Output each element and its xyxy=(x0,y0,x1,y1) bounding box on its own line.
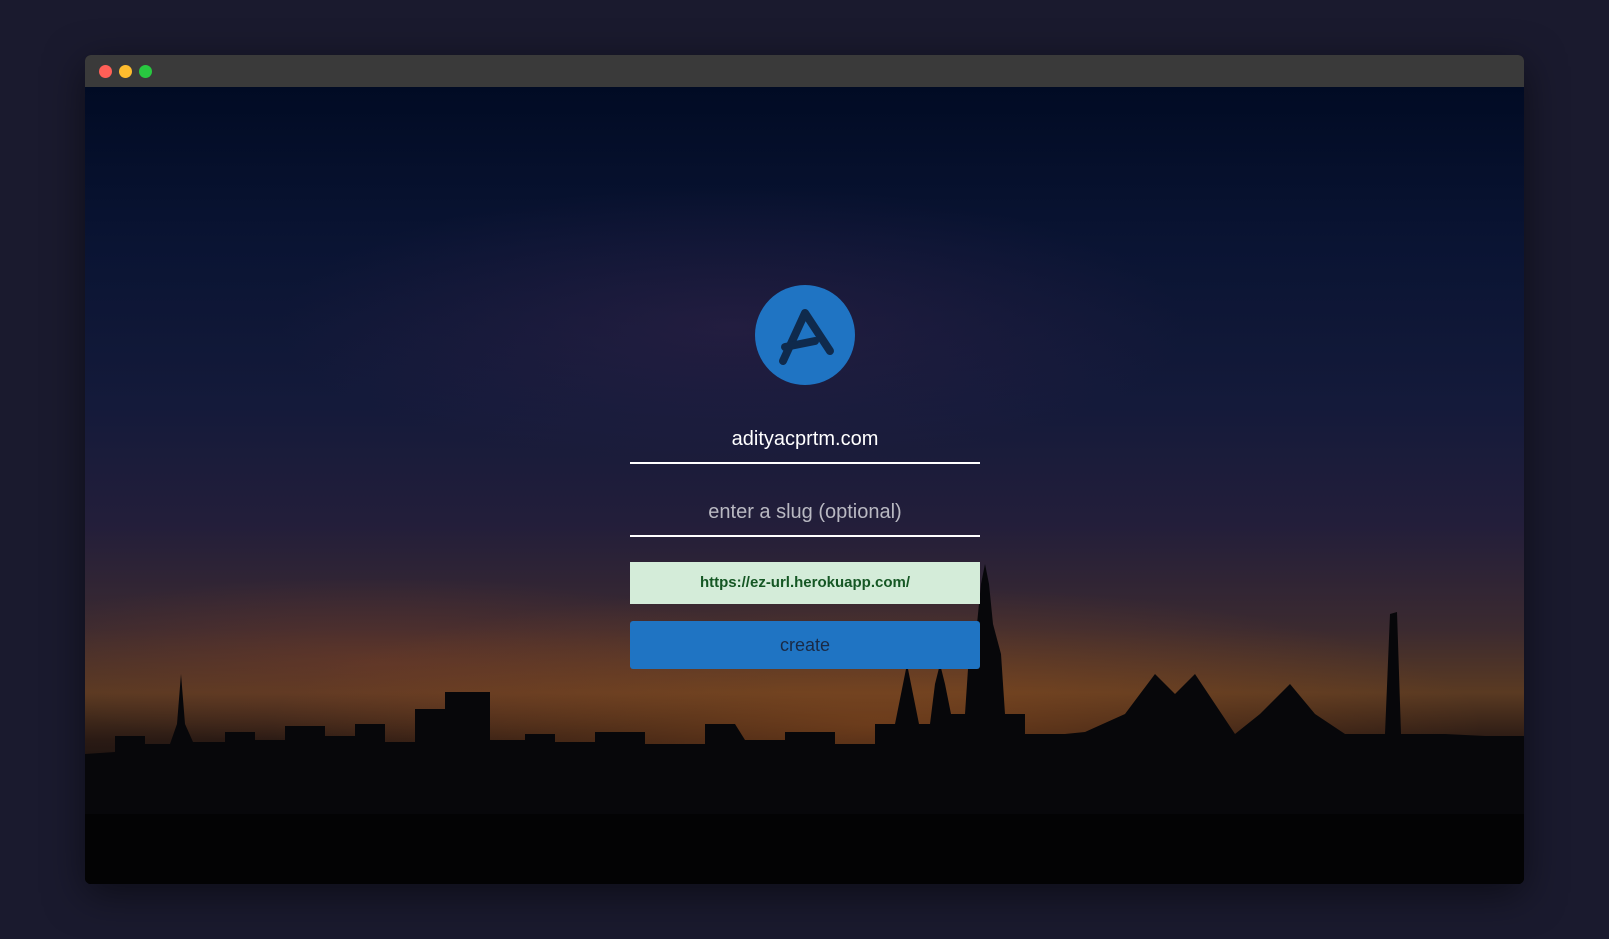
slug-input[interactable]: enter a slug (optional) xyxy=(630,487,980,537)
url-input[interactable]: adityacprtm.com xyxy=(630,414,980,464)
short-url-result[interactable]: https://ez-url.herokuapp.com/ xyxy=(630,562,980,604)
create-button[interactable]: create xyxy=(630,621,980,669)
maximize-window-button[interactable] xyxy=(139,65,152,78)
window-titlebar xyxy=(85,55,1524,87)
page-viewport: adityacprtm.com enter a slug (optional) … xyxy=(85,87,1524,884)
minimize-window-button[interactable] xyxy=(119,65,132,78)
browser-window: adityacprtm.com enter a slug (optional) … xyxy=(85,55,1524,884)
url-shortener-form: adityacprtm.com enter a slug (optional) … xyxy=(630,87,980,884)
close-window-button[interactable] xyxy=(99,65,112,78)
a-logo-icon xyxy=(755,285,855,385)
